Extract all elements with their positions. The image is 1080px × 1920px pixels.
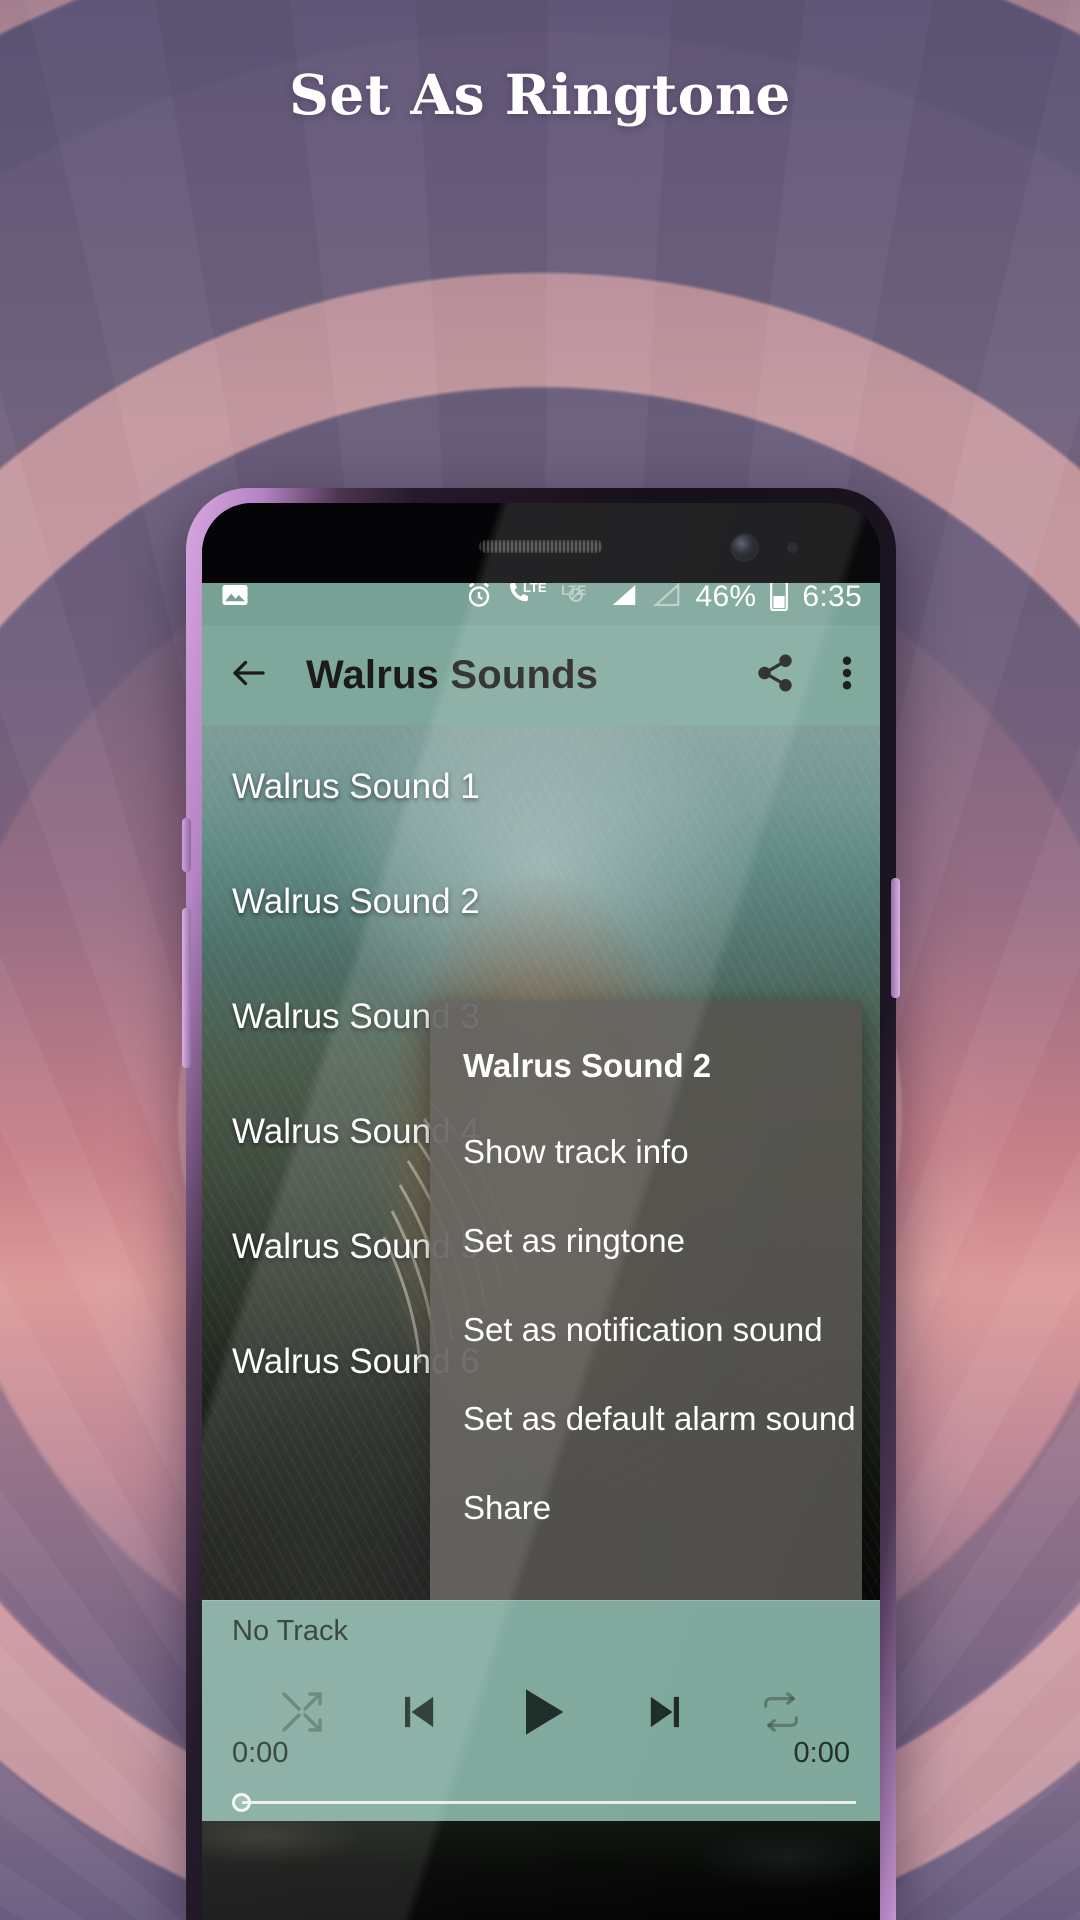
content-below-player xyxy=(202,1820,880,1920)
app-screen: LTE LTE 46% 6:35 Walrus Sounds Walrus So… xyxy=(202,569,880,1920)
more-vertical-icon[interactable] xyxy=(840,652,854,699)
battery-percent-label: 46% xyxy=(695,580,757,613)
alarm-icon xyxy=(464,580,494,615)
front-camera-icon xyxy=(732,535,757,560)
context-menu-header: Walrus Sound 2 xyxy=(463,1047,712,1084)
list-item[interactable]: Walrus Sound 2 xyxy=(202,882,880,922)
page-title: Walrus Sounds xyxy=(306,652,599,697)
player-elapsed-time: 0:00 xyxy=(232,1737,289,1769)
status-bar-right: LTE LTE 46% 6:35 xyxy=(464,578,862,616)
battery-icon xyxy=(769,578,789,616)
context-menu-item-set-as-alarm[interactable]: Set as default alarm sound xyxy=(463,1400,856,1438)
phone-volume-button xyxy=(182,908,191,1068)
skip-previous-icon[interactable] xyxy=(392,1686,444,1743)
seek-thumb[interactable] xyxy=(232,1793,251,1812)
phone-screen-glass: LTE LTE 46% 6:35 Walrus Sounds Walrus So… xyxy=(202,503,880,1920)
shuffle-icon[interactable] xyxy=(278,1688,326,1741)
player-duration-time: 0:00 xyxy=(793,1737,850,1769)
image-icon xyxy=(220,580,250,615)
context-menu-item-share[interactable]: Share xyxy=(463,1489,842,1527)
share-icon[interactable] xyxy=(754,652,796,699)
phone-power-button xyxy=(891,878,900,998)
player-bar: No Track 0:00 0:00 xyxy=(202,1600,880,1821)
promo-headline: Set As Ringtone xyxy=(289,62,791,127)
phone-mockup: LTE LTE 46% 6:35 Walrus Sounds Walrus So… xyxy=(182,488,900,1920)
list-item[interactable]: Walrus Sound 1 xyxy=(202,767,880,807)
lte-call-icon: LTE xyxy=(507,580,547,615)
play-icon[interactable] xyxy=(510,1680,574,1749)
player-controls xyxy=(202,1677,880,1751)
signal-bars-icon xyxy=(609,580,639,615)
proximity-sensor-icon xyxy=(787,542,798,553)
context-menu-item-set-as-ringtone[interactable]: Set as ringtone xyxy=(463,1222,842,1260)
player-seek-bar[interactable] xyxy=(232,1793,856,1812)
context-menu-item-set-as-notification[interactable]: Set as notification sound xyxy=(463,1311,842,1349)
earpiece-speaker-icon xyxy=(479,540,603,553)
status-bar-left xyxy=(220,580,250,615)
signal-empty-icon xyxy=(652,580,682,615)
app-bar-actions xyxy=(754,652,854,699)
context-menu[interactable]: Walrus Sound 2 Show track info Set as ri… xyxy=(430,1001,862,1600)
context-menu-item-show-track-info[interactable]: Show track info xyxy=(463,1133,842,1171)
player-track-title: No Track xyxy=(232,1615,349,1647)
app-bar: Walrus Sounds xyxy=(202,625,880,725)
clock-label: 6:35 xyxy=(802,580,862,613)
repeat-icon[interactable] xyxy=(758,1689,804,1740)
lte-disabled-icon: LTE xyxy=(560,580,596,615)
below-player-texture xyxy=(202,1820,880,1920)
seek-track xyxy=(242,1801,856,1804)
skip-next-icon[interactable] xyxy=(640,1686,692,1743)
back-arrow-icon[interactable] xyxy=(228,652,270,699)
sound-list[interactable]: Walrus Sound 1 Walrus Sound 2 Walrus Sou… xyxy=(202,725,880,1600)
phone-bixby-button xyxy=(182,818,191,872)
